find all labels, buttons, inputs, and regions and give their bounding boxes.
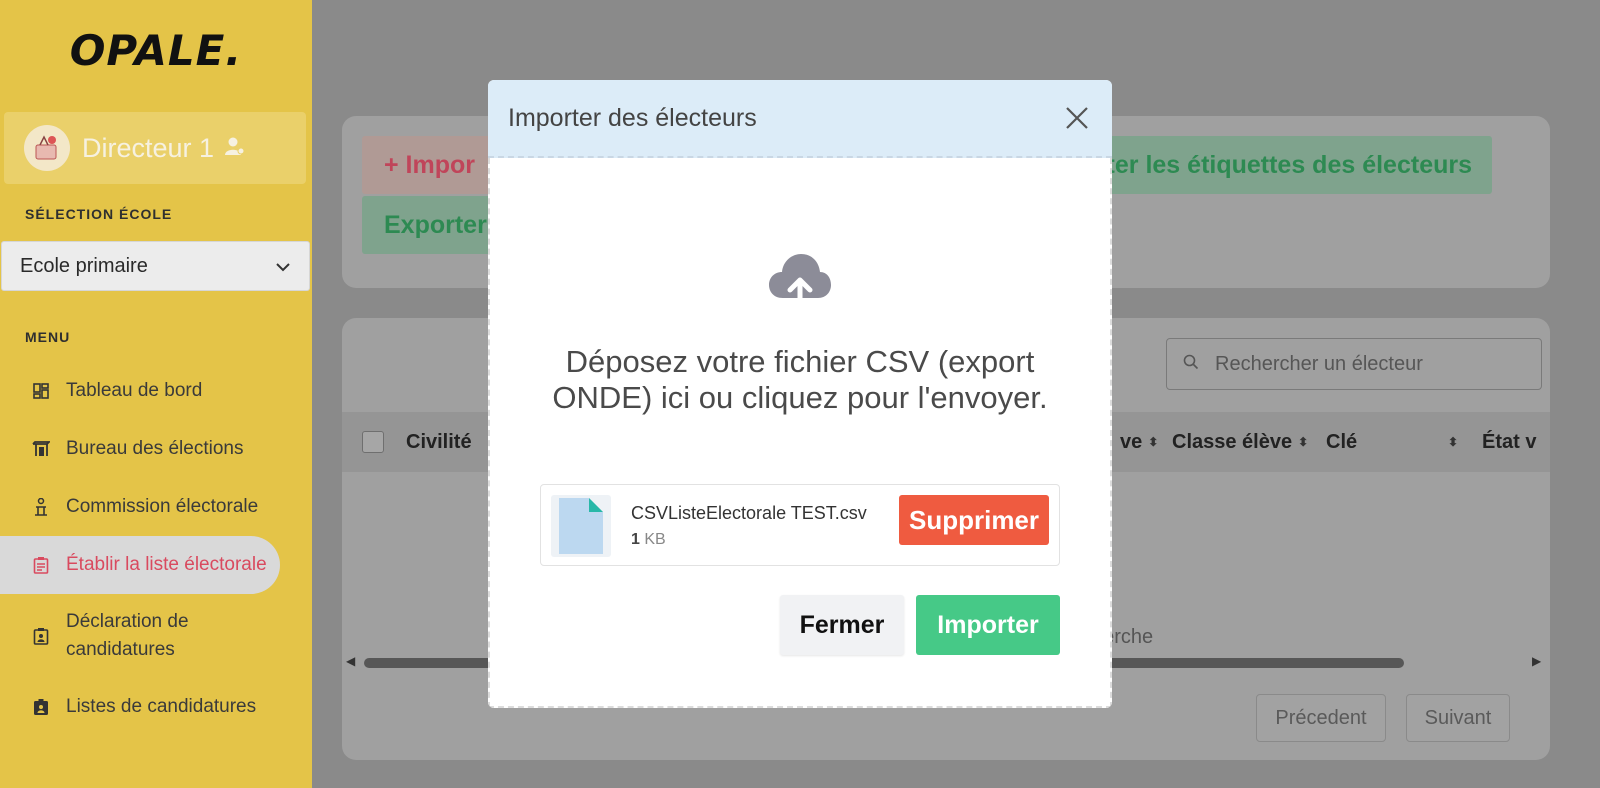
- school-select[interactable]: Ecole primaire: [1, 241, 310, 291]
- dropzone-instructions: Déposez votre fichier CSV (export ONDE) …: [552, 344, 1048, 415]
- sidebar-item-label: Établir la liste électorale: [66, 554, 267, 575]
- person-podium-icon: [32, 498, 50, 516]
- booth-icon: [32, 440, 50, 458]
- sidebar-nav: Tableau de bord Bureau des élections Com…: [0, 362, 312, 736]
- scroll-left-icon[interactable]: ◀: [346, 654, 355, 668]
- clipboard-list-icon: [32, 556, 50, 574]
- select-all-checkbox[interactable]: [362, 431, 384, 453]
- import-voters-modal: Importer des électeurs Déposez votre fic…: [488, 80, 1112, 708]
- sidebar-item-label: Listes de candidatures: [66, 696, 257, 717]
- sidebar: OPALE. Directeur 1 SÉLECTION ÉCOLE Ecole…: [0, 0, 312, 788]
- sidebar-item-dashboard[interactable]: Tableau de bord: [0, 362, 312, 420]
- search-input[interactable]: Rechercher un électeur: [1166, 338, 1542, 390]
- import-button[interactable]: Importer: [916, 595, 1060, 655]
- dashboard-icon: [32, 382, 50, 400]
- file-size: 1 KB: [631, 531, 666, 549]
- column-partial[interactable]: ve ⬍: [1120, 431, 1158, 454]
- user-settings-icon[interactable]: [224, 135, 246, 162]
- sidebar-item-electoral-list[interactable]: Établir la liste électorale: [0, 536, 280, 594]
- app-logo: OPALE.: [69, 26, 243, 75]
- close-button[interactable]: Fermer: [780, 595, 904, 655]
- sidebar-item-label: Bureau des élections: [66, 438, 244, 459]
- menu-label: MENU: [25, 329, 71, 345]
- next-page-button[interactable]: Suivant: [1406, 694, 1510, 742]
- chevron-down-icon: [275, 255, 291, 278]
- sidebar-item-label: Déclaration de candidatures: [66, 611, 189, 660]
- sidebar-item-label: Tableau de bord: [66, 380, 203, 401]
- search-placeholder: Rechercher un électeur: [1215, 352, 1423, 375]
- search-icon: [1183, 353, 1199, 376]
- sidebar-item-candidacy-declaration[interactable]: Déclaration de candidatures: [0, 594, 312, 678]
- column-state[interactable]: État v: [1482, 431, 1536, 454]
- cloud-upload-icon: [767, 250, 833, 315]
- export-labels-button[interactable]: rter les étiquettes des électeurs: [1082, 136, 1492, 194]
- selected-file-card: CSVListeElectorale TEST.csv 1 KB Supprim…: [540, 484, 1060, 566]
- scroll-right-icon[interactable]: ▶: [1532, 654, 1541, 668]
- sort-icon[interactable]: ⬍: [1448, 435, 1458, 449]
- file-thumbnail: [551, 495, 611, 557]
- column-label: ve: [1120, 430, 1143, 453]
- column-class[interactable]: Classe élève ⬍: [1172, 431, 1308, 454]
- badge-icon: [32, 698, 50, 716]
- modal-title: Importer des électeurs: [508, 103, 757, 132]
- sidebar-item-election-office[interactable]: Bureau des élections: [0, 420, 312, 478]
- user-name: Directeur 1: [82, 132, 215, 163]
- column-label: Clé: [1326, 430, 1358, 453]
- delete-file-button[interactable]: Supprimer: [899, 495, 1049, 545]
- file-name: CSVListeElectorale TEST.csv: [631, 503, 867, 523]
- close-icon[interactable]: [1062, 103, 1092, 133]
- column-key[interactable]: Clé: [1326, 431, 1357, 454]
- modal-header: Importer des électeurs: [488, 80, 1112, 158]
- clipboard-user-icon: [32, 627, 50, 645]
- avatar: [24, 125, 70, 171]
- sort-icon: ⬍: [1298, 435, 1309, 449]
- sidebar-item-label: Commission électorale: [66, 496, 259, 517]
- sidebar-item-candidate-lists[interactable]: Listes de candidatures: [0, 678, 312, 736]
- column-label: Classe élève: [1172, 430, 1293, 453]
- column-civility[interactable]: Civilité: [406, 431, 472, 454]
- school-select-value: Ecole primaire: [20, 254, 148, 277]
- file-size-value: 1: [631, 531, 640, 548]
- school-section-label: SÉLECTION ÉCOLE: [25, 206, 173, 222]
- user-card[interactable]: Directeur 1: [4, 112, 306, 184]
- previous-page-button[interactable]: Précedent: [1256, 694, 1386, 742]
- sidebar-item-commission[interactable]: Commission électorale: [0, 478, 312, 536]
- file-size-unit: KB: [644, 531, 666, 548]
- sort-icon: ⬍: [1148, 435, 1159, 449]
